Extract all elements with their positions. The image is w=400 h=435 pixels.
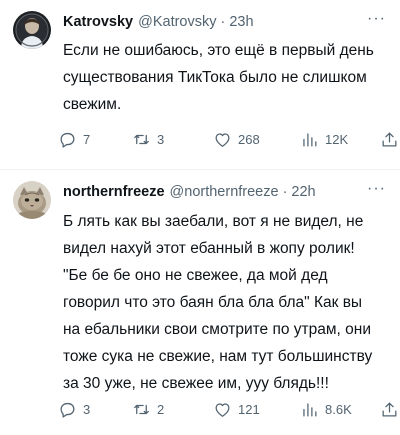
retweet-count: 3	[157, 131, 165, 147]
avatar[interactable]	[13, 11, 51, 49]
share-button[interactable]	[380, 130, 399, 149]
like-button[interactable]: 121	[213, 400, 260, 419]
more-icon[interactable]: ···	[367, 181, 386, 197]
author-name[interactable]: Katrovsky	[63, 14, 133, 30]
retweet-icon	[134, 134, 149, 144]
share-icon	[382, 402, 397, 416]
reply-button[interactable]: 7	[58, 130, 90, 149]
author-handle[interactable]: @northernfreeze	[170, 184, 279, 200]
reply-icon	[60, 402, 75, 418]
retweet-button[interactable]: 2	[132, 400, 164, 419]
tweet-header: Katrovsky @Katrovsky · 23h ···	[63, 11, 386, 32]
more-icon[interactable]: ···	[367, 11, 386, 27]
views-button[interactable]: 8.6K	[300, 400, 352, 419]
like-count: 121	[238, 401, 260, 417]
reply-icon	[60, 132, 75, 148]
tweet[interactable]: northernfreeze @northernfreeze · 22h ···…	[0, 170, 400, 435]
retweet-count: 2	[157, 401, 165, 417]
views-icon	[303, 402, 317, 416]
like-button[interactable]: 268	[213, 130, 260, 149]
view-count: 12K	[325, 131, 349, 147]
author-name[interactable]: northernfreeze	[63, 184, 165, 200]
separator: ·	[220, 14, 226, 30]
timestamp[interactable]: 23h	[229, 14, 253, 30]
tweet-text: Б лять как вы заебали, вот я не видел, н…	[63, 213, 373, 392]
avatar[interactable]	[13, 181, 51, 219]
share-button[interactable]	[380, 400, 399, 419]
tweet-header: northernfreeze @northernfreeze · 22h ···	[63, 181, 386, 202]
tweet-actions: 3 2 121 8.6K	[58, 399, 397, 419]
reply-count: 7	[83, 131, 91, 147]
like-icon	[215, 132, 230, 147]
tweet[interactable]: Katrovsky @Katrovsky · 23h ··· Если не о…	[0, 0, 400, 169]
views-icon	[303, 132, 317, 146]
author-handle[interactable]: @Katrovsky	[138, 14, 216, 30]
separator: ·	[282, 184, 288, 200]
timestamp[interactable]: 22h	[291, 184, 315, 200]
like-count: 268	[238, 131, 260, 147]
like-icon	[215, 402, 230, 417]
retweet-icon	[134, 404, 149, 414]
reply-count: 3	[83, 401, 91, 417]
share-icon	[382, 132, 397, 146]
tweet-text: Если не ошибаюсь, это ещё в первый день …	[63, 42, 374, 113]
views-button[interactable]: 12K	[300, 130, 348, 149]
tweet-actions: 7 3 268 12K	[58, 129, 397, 149]
reply-button[interactable]: 3	[58, 400, 90, 419]
retweet-button[interactable]: 3	[132, 130, 164, 149]
view-count: 8.6K	[325, 401, 352, 417]
